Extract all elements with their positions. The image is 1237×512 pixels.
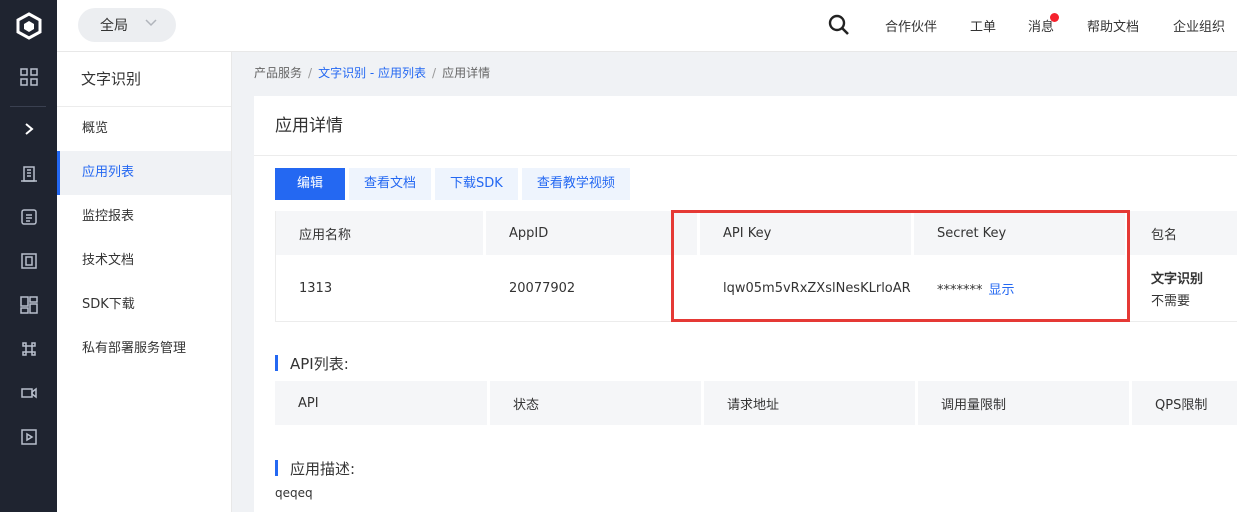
- top-bar: 全局 合作伙伴 工单 消息 帮助文档 企业组织: [57, 0, 1237, 52]
- document-icon[interactable]: [0, 195, 57, 239]
- help-docs-link[interactable]: 帮助文档: [1087, 16, 1139, 35]
- app-info-table: 应用名称 AppID API Key Secret Key 包名 1313 20…: [275, 211, 1237, 322]
- tutorial-video-button[interactable]: 查看教学视频: [521, 168, 630, 200]
- col-secret-key: Secret Key: [914, 211, 1128, 255]
- video-camera-icon[interactable]: [0, 371, 57, 415]
- product-subnav: 文字识别 概览 应用列表 监控报表 技术文档 SDK下载 私有部署服务管理: [57, 52, 232, 512]
- edit-button[interactable]: 编辑: [275, 168, 346, 200]
- chevron-down-icon: [144, 16, 158, 34]
- organization-link[interactable]: 企业组织: [1173, 16, 1225, 35]
- scan-frame-icon[interactable]: [0, 239, 57, 283]
- dashboard-icon[interactable]: [0, 283, 57, 327]
- scope-selector[interactable]: 全局: [78, 8, 176, 42]
- left-rail: [0, 0, 57, 512]
- table-header-row: API 状态 请求地址 调用量限制 QPS限制: [275, 381, 1237, 425]
- api-list-table: API 状态 请求地址 调用量限制 QPS限制: [275, 381, 1237, 425]
- search-icon[interactable]: [827, 13, 851, 37]
- download-sdk-button[interactable]: 下载SDK: [435, 168, 518, 200]
- app-description-heading: 应用描述:: [275, 458, 355, 479]
- breadcrumb-root[interactable]: 产品服务: [254, 66, 302, 80]
- secret-masked-value: *******: [937, 282, 983, 298]
- cell-package: 文字识别 不需要: [1128, 255, 1237, 321]
- col-qps-limit: QPS限制: [1132, 381, 1237, 425]
- breadcrumb-separator: /: [432, 66, 437, 80]
- scope-label: 全局: [100, 18, 128, 34]
- action-toolbar: 编辑 查看文档 下载SDK 查看教学视频: [275, 168, 634, 200]
- col-package: 包名: [1128, 211, 1237, 255]
- ticket-link[interactable]: 工单: [970, 16, 996, 35]
- view-docs-button[interactable]: 查看文档: [349, 168, 432, 200]
- api-list-heading: API列表:: [275, 353, 349, 374]
- subnav-item-sdk-download[interactable]: SDK下载: [57, 283, 231, 327]
- table-header-row: 应用名称 AppID API Key Secret Key 包名: [276, 211, 1237, 255]
- cell-app-name: 1313: [276, 255, 486, 321]
- subnav-item-overview[interactable]: 概览: [57, 107, 231, 151]
- building-icon[interactable]: [0, 151, 57, 195]
- subnav-item-private-deploy[interactable]: 私有部署服务管理: [57, 327, 231, 371]
- expand-chevron-icon[interactable]: [0, 107, 57, 151]
- cell-secret-key: ******* 显示: [914, 255, 1128, 321]
- col-app-name: 应用名称: [276, 211, 486, 255]
- partner-link[interactable]: 合作伙伴: [885, 16, 937, 35]
- breadcrumb-current: 应用详情: [442, 66, 491, 80]
- grid-apps-icon[interactable]: [0, 55, 57, 99]
- show-secret-link[interactable]: 显示: [989, 283, 1015, 298]
- message-badge: [1050, 13, 1059, 22]
- package-value: 不需要: [1151, 293, 1191, 309]
- col-api: API: [275, 381, 490, 425]
- table-row: 1313 20077902 lqw05m5vRxZXslNesKLrloAR *…: [276, 255, 1237, 321]
- col-status: 状态: [490, 381, 704, 425]
- breadcrumb: 产品服务 / 文字识别 - 应用列表 / 应用详情: [254, 64, 490, 81]
- col-call-limit: 调用量限制: [918, 381, 1132, 425]
- page-title: 应用详情: [254, 96, 1237, 156]
- subnav-title: 文字识别: [57, 52, 231, 107]
- subnav-item-tech-docs[interactable]: 技术文档: [57, 239, 231, 283]
- breadcrumb-app-list-link[interactable]: 文字识别 - 应用列表: [318, 66, 426, 80]
- col-api-key: API Key: [700, 211, 914, 255]
- command-icon[interactable]: [0, 327, 57, 371]
- app-description-text: qeqeq: [275, 486, 313, 500]
- breadcrumb-separator: /: [308, 66, 313, 80]
- brand-logo-icon[interactable]: [0, 0, 57, 52]
- cell-api-key: lqw05m5vRxZXslNesKLrloAR: [700, 255, 914, 321]
- cell-app-id: 20077902: [486, 255, 700, 321]
- app-detail-card: 应用详情 编辑 查看文档 下载SDK 查看教学视频 应用名称 AppID API…: [254, 96, 1237, 512]
- col-app-id: AppID: [486, 211, 700, 255]
- col-request-url: 请求地址: [704, 381, 918, 425]
- subnav-item-monitoring[interactable]: 监控报表: [57, 195, 231, 239]
- subnav-item-app-list[interactable]: 应用列表: [57, 151, 231, 195]
- package-label: 文字识别: [1151, 271, 1204, 287]
- play-box-icon[interactable]: [0, 415, 57, 459]
